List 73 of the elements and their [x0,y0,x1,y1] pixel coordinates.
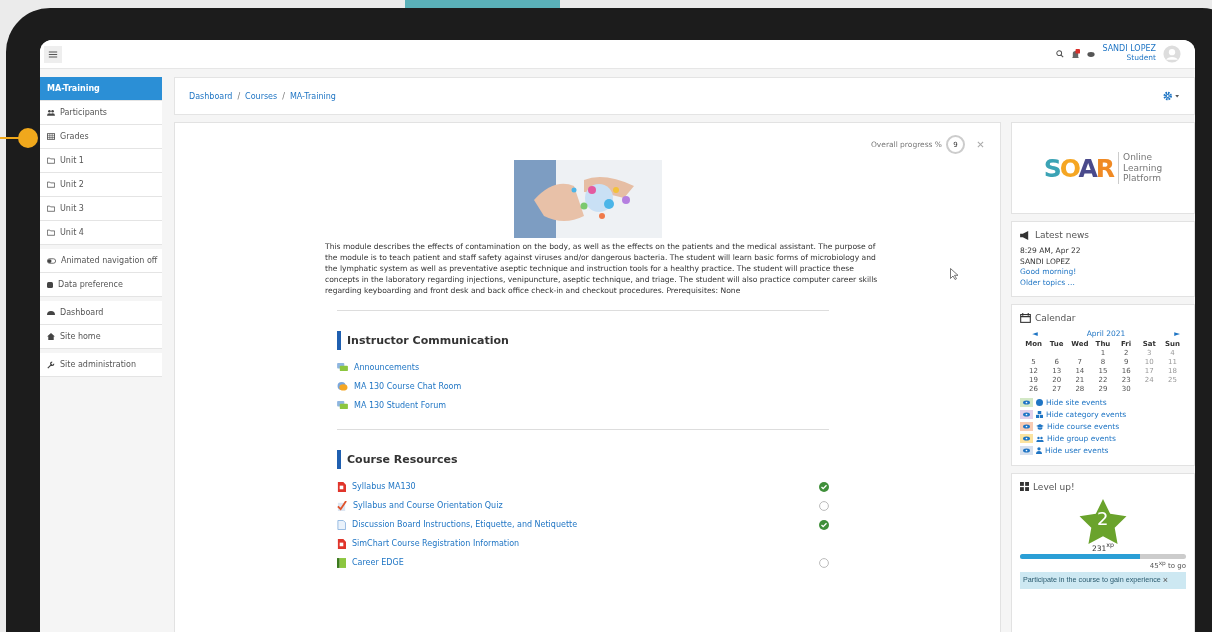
users-icon [1036,435,1044,442]
logo-wordmark: SOAR [1043,153,1114,183]
user-name[interactable]: SANDI LOPEZ [1102,45,1156,55]
menu-icon[interactable] [44,45,62,63]
activity-link[interactable]: Syllabus MA130 [352,482,416,491]
table-icon [47,133,55,140]
activity-link[interactable]: Syllabus and Course Orientation Quiz [353,501,503,510]
graduation-cap-icon [1036,423,1044,430]
activity-link[interactable]: Discussion Board Instructions, Etiquette, and Netiquette [352,520,578,529]
chat-room-icon [337,382,348,391]
activity-link[interactable]: Announcements [354,363,420,372]
cursor-icon [950,268,958,280]
user-icon [1036,447,1042,455]
wrench-icon [47,360,55,369]
folder-icon [47,157,55,164]
check-icon[interactable] [819,481,829,492]
search-icon[interactable] [1056,50,1065,58]
breadcrumb-separator: / [282,91,285,101]
settings-icon[interactable] [1163,91,1180,101]
block-title: Calendar [1035,313,1076,323]
sidebar-item[interactable]: Data preference [40,273,162,297]
sidebar-item[interactable]: Unit 3 [40,197,162,221]
activity-link[interactable]: Career EDGE [352,558,404,567]
folder-icon [47,205,55,212]
callout-marker [0,127,39,149]
sidebar-item[interactable]: Unit 2 [40,173,162,197]
section-heading: Course Resources [337,450,829,469]
home-icon [47,333,55,340]
bell-icon[interactable] [1071,48,1081,60]
eye-icon[interactable] [1020,446,1033,456]
breadcrumb-separator: / [237,91,241,101]
sidebar-item[interactable]: Animated navigation off [40,249,162,273]
page-icon [337,519,346,530]
forum-icon [337,363,348,372]
check-icon[interactable] [819,519,829,530]
breadcrumb-link[interactable]: MA-Training [289,91,336,101]
block-title: Level up! [1033,481,1075,492]
folder-icon [47,229,55,236]
megaphone-icon [1020,230,1031,240]
eye-icon[interactable] [1020,422,1033,432]
eye-icon[interactable] [1020,398,1033,408]
calendar-icon [1020,313,1031,323]
toggle-icon [47,257,56,264]
sidebar-item[interactable]: MA-Training [40,77,162,101]
activity-link[interactable]: SimChart Course Registration Information [352,539,520,548]
grid-icon [1020,482,1029,492]
level-star-icon [1079,497,1127,544]
sidebar-item[interactable]: Site home [40,325,162,349]
breadcrumb-link[interactable]: Dashboard [189,91,233,101]
block-title: Latest news [1035,230,1089,240]
sidebar-item[interactable]: Site administration [40,353,162,377]
sidebar-item[interactable]: Grades [40,125,162,149]
level-number: 2 [1097,507,1109,530]
eye-icon[interactable] [1020,410,1033,420]
close-button[interactable]: × [1162,576,1169,586]
activity-link[interactable]: MA 130 Student Forum [354,401,447,410]
breadcrumb-link[interactable]: Courses [245,91,278,101]
pdf-icon [337,538,346,549]
sidebar-item[interactable]: Unit 4 [40,221,162,245]
forum-icon [337,401,348,410]
eye-icon[interactable] [1020,434,1033,444]
logo-tagline: Online Learning Platform [1118,152,1163,184]
sidebar-item[interactable]: Dashboard [40,301,162,325]
cubes-icon [1036,411,1043,419]
book-icon [337,557,346,568]
checklist-icon [337,500,347,511]
sidebar-item[interactable]: Unit 1 [40,149,162,173]
sidebar-item[interactable]: Participants [40,101,162,125]
activity-link[interactable]: MA 130 Course Chat Room [354,382,462,391]
section-heading: Instructor Communication [337,331,829,350]
users-icon [47,109,55,116]
folder-icon [47,181,55,188]
pdf-icon [337,481,346,492]
